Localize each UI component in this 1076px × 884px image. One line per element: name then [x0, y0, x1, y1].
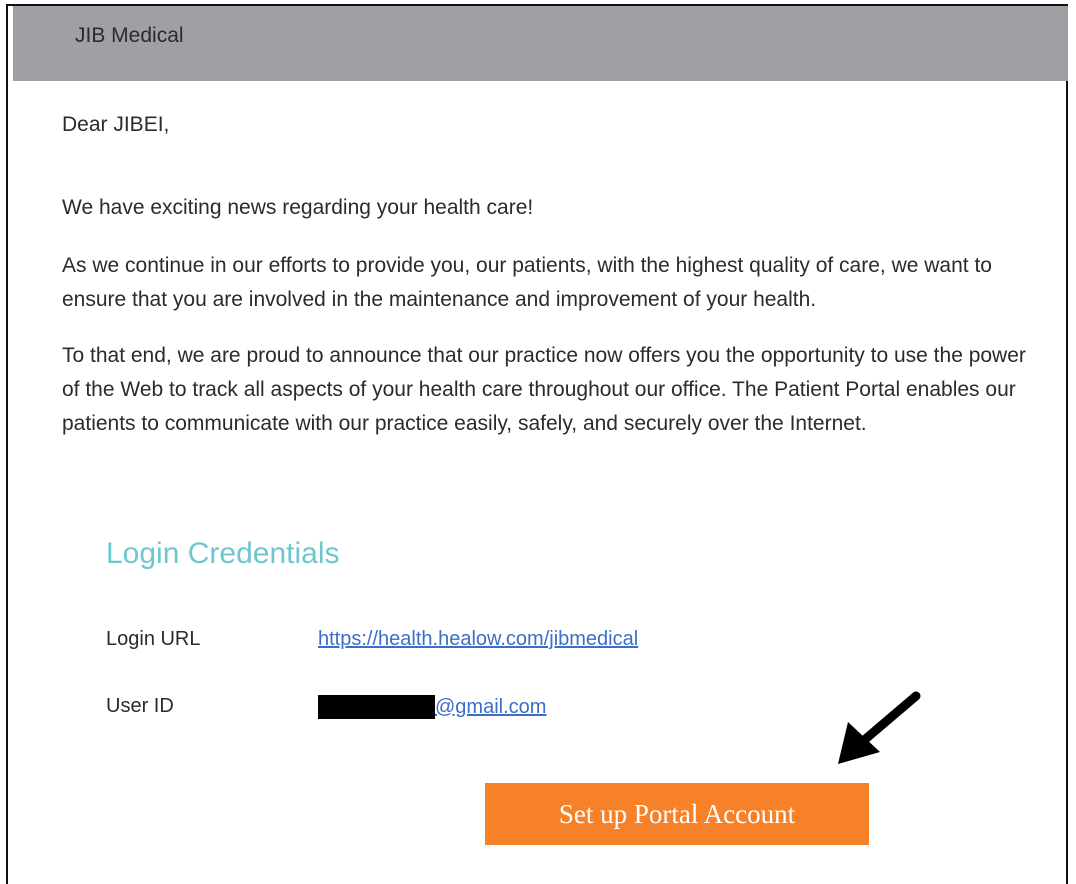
set-up-portal-account-button[interactable]: Set up Portal Account: [485, 783, 869, 845]
paragraph-patient-portal: To that end, we are proud to announce th…: [62, 344, 1026, 435]
user-id-value[interactable]: @gmail.com: [318, 694, 546, 720]
email-header: JIB Medical: [13, 6, 1068, 81]
login-url-label: Login URL: [106, 628, 201, 650]
user-id-email-domain[interactable]: @gmail.com: [435, 696, 546, 719]
paragraph-quality-care: As we continue in our efforts to provide…: [62, 254, 992, 311]
greeting: Dear JIBEI,: [62, 113, 170, 136]
news-line: We have exciting news regarding your hea…: [62, 196, 534, 219]
user-id-label: User ID: [106, 695, 174, 717]
sender-name: JIB Medical: [75, 24, 184, 47]
login-url-link[interactable]: https://health.healow.com/jibmedical: [318, 628, 638, 651]
redaction-block: [318, 695, 435, 719]
arrow-pointing-down-left-icon: [838, 691, 921, 764]
login-credentials-heading: Login Credentials: [106, 537, 340, 570]
